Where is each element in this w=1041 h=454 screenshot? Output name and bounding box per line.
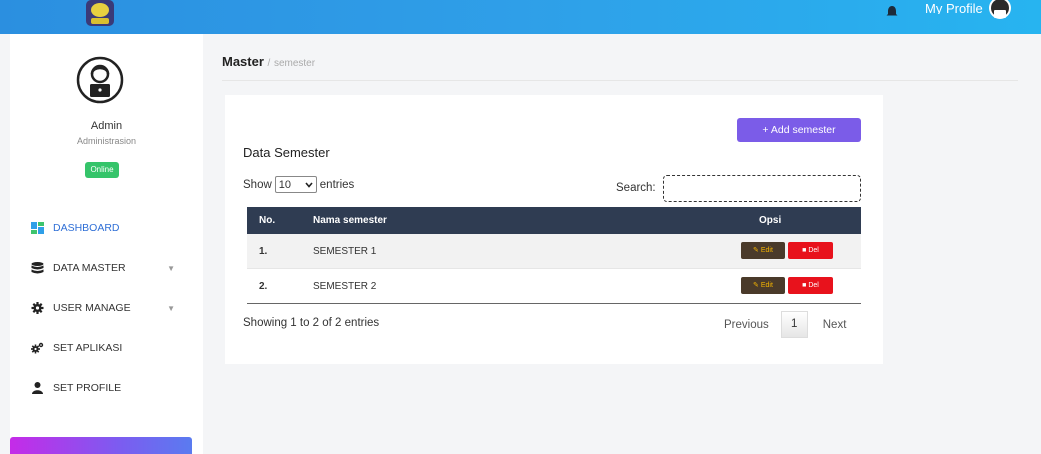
chevron-down-icon: ▼ <box>167 304 175 313</box>
status-badge: Online <box>85 162 119 178</box>
delete-label: Del <box>808 282 819 289</box>
edit-label: Edit <box>760 247 773 254</box>
column-header-opsi[interactable]: Opsi <box>759 215 781 226</box>
trash-icon: ■ <box>802 282 807 289</box>
edit-button[interactable]: ✎ Edit <box>741 242 785 259</box>
gears-icon <box>31 342 44 354</box>
content-card: + Add semester Data Semester Show 10 ent… <box>225 95 883 364</box>
previous-page-button[interactable]: Previous <box>714 319 779 331</box>
breadcrumb-separator: / <box>267 58 271 69</box>
search-input[interactable] <box>663 175 861 202</box>
user-name: Admin <box>90 120 123 132</box>
chevron-down-icon: ▼ <box>167 264 175 273</box>
delete-button[interactable]: ■ Del <box>788 242 833 259</box>
sidebar-action-button[interactable] <box>10 437 192 454</box>
bell-icon[interactable] <box>886 6 898 18</box>
delete-label: Del <box>808 247 819 254</box>
sidebar-item-label: SET APLIKASI <box>53 342 123 354</box>
gear-icon <box>31 302 44 314</box>
sidebar-item-label: DATA MASTER <box>53 262 126 274</box>
sidebar: Admin Administrasion Online DASHBOARD DA… <box>10 34 203 454</box>
semester-name: SEMESTER 2 <box>313 281 377 292</box>
my-profile-link[interactable]: My Profile <box>925 0 983 14</box>
sidebar-nav: DASHBOARD DATA MASTER ▼ USER MANAGE ▼ SE… <box>10 208 203 408</box>
table-row: 1. SEMESTER 1 ✎ Edit ■ Del <box>247 234 861 269</box>
sidebar-item-label: SET PROFILE <box>53 382 122 394</box>
edit-button[interactable]: ✎ Edit <box>741 277 785 294</box>
sidebar-item-label: DASHBOARD <box>53 222 120 234</box>
sidebar-item-set-profile[interactable]: SET PROFILE <box>10 368 203 408</box>
semester-name: SEMESTER 1 <box>313 246 377 257</box>
sidebar-item-label: USER MANAGE <box>53 302 131 314</box>
semester-table: No. Nama semester Opsi 1. SEMESTER 1 ✎ E… <box>247 207 861 304</box>
table-row: 2. SEMESTER 2 ✎ Edit ■ Del <box>247 269 861 304</box>
next-page-button[interactable]: Next <box>810 319 857 331</box>
row-number: 2. <box>259 281 268 292</box>
database-icon <box>31 262 44 274</box>
breadcrumb-parent[interactable]: Master <box>222 54 264 69</box>
profile-avatar-icon[interactable] <box>985 0 1015 24</box>
entries-label: entries <box>319 178 355 191</box>
sidebar-item-dashboard[interactable]: DASHBOARD <box>10 208 203 248</box>
pagination: Previous 1 Next <box>714 311 856 338</box>
entries-length-control: Show 10 entries <box>243 176 354 193</box>
row-number: 1. <box>259 246 268 257</box>
breadcrumb: Master / semester <box>222 54 315 69</box>
user-role: Administrasion <box>76 136 137 146</box>
top-navbar: My Profile <box>0 0 1041 34</box>
pencil-icon: ✎ <box>753 282 759 289</box>
pencil-icon: ✎ <box>753 247 759 254</box>
sidebar-item-set-aplikasi[interactable]: SET APLIKASI <box>10 328 203 368</box>
delete-button[interactable]: ■ Del <box>788 277 833 294</box>
breadcrumb-current: semester <box>273 58 316 69</box>
column-header-no[interactable]: No. <box>259 215 275 226</box>
user-icon <box>32 382 43 394</box>
entries-select[interactable]: 10 <box>274 176 317 193</box>
search-label: Search: <box>616 182 656 194</box>
logo-icon <box>86 0 114 26</box>
trash-icon: ■ <box>802 247 807 254</box>
column-header-name[interactable]: Nama semester <box>313 215 387 226</box>
card-title: Data Semester <box>243 145 330 160</box>
add-semester-button[interactable]: + Add semester <box>737 118 861 142</box>
chevron-down-icon <box>305 181 313 188</box>
edit-label: Edit <box>760 282 773 289</box>
user-avatar-icon <box>76 56 124 104</box>
sidebar-item-user-manage[interactable]: USER MANAGE ▼ <box>10 288 203 328</box>
table-header: No. Nama semester Opsi <box>247 207 861 234</box>
show-label: Show <box>243 178 272 191</box>
divider <box>222 80 1018 81</box>
sidebar-item-data-master[interactable]: DATA MASTER ▼ <box>10 248 203 288</box>
entries-select-value: 10 <box>278 178 292 191</box>
dashboard-icon <box>31 222 44 234</box>
table-info: Showing 1 to 2 of 2 entries <box>243 317 380 329</box>
page-number-button[interactable]: 1 <box>780 311 808 338</box>
